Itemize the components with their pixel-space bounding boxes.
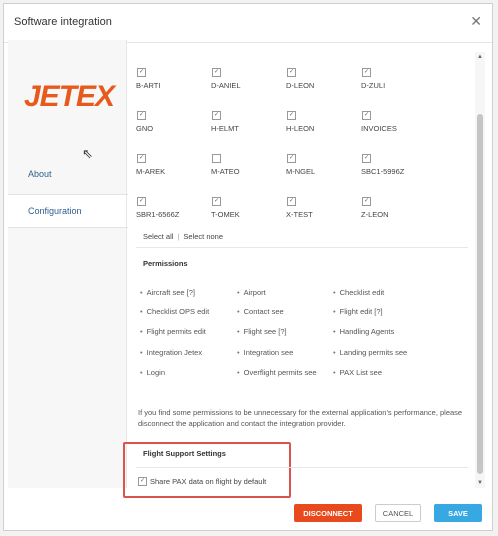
checkbox[interactable]: ✓ [287, 197, 296, 206]
dialog-title: Software integration [14, 16, 112, 28]
permission-item: • Checklist edit [333, 288, 385, 297]
checkbox[interactable]: ✓ [362, 68, 371, 77]
checkbox[interactable]: ✓ [287, 68, 296, 77]
account-item[interactable]: ✓ H-LEON [286, 111, 360, 133]
permission-item: • Handling Agents [333, 327, 395, 336]
cancel-button[interactable]: CANCEL [375, 504, 421, 522]
scroll-up-icon[interactable]: ▲ [477, 54, 483, 60]
select-none-link[interactable]: Select none [183, 232, 223, 241]
share-pax-data-checkbox[interactable]: ✓ Share PAX data on flight by default [138, 477, 266, 486]
checkbox[interactable]: ✓ [137, 68, 146, 77]
permissions-title: Permissions [143, 259, 188, 268]
account-item[interactable]: ✓ D-LEON [286, 68, 360, 90]
account-item[interactable]: ✓ T-OMEK [211, 197, 285, 219]
permission-item: • Contact see [237, 307, 284, 316]
account-item[interactable]: ✓ SBR1-6566Z [136, 197, 210, 219]
checkbox[interactable]: ✓ [212, 68, 221, 77]
link-separator: | [177, 232, 180, 241]
divider [136, 467, 468, 468]
disconnect-button[interactable]: DISCONNECT [294, 504, 362, 522]
account-item[interactable]: ✓ SBC1-5996Z [361, 154, 435, 176]
scroll-thumb[interactable] [477, 114, 483, 474]
checkbox[interactable]: ✓ [287, 111, 296, 120]
permission-item: • Aircraft see [?] [140, 288, 195, 297]
account-item[interactable]: ✓ D-ZULI [361, 68, 435, 90]
checkbox[interactable]: ✓ [362, 197, 371, 206]
checkbox[interactable]: ✓ [362, 111, 371, 120]
scroll-down-icon[interactable]: ▼ [477, 480, 483, 486]
permission-item: • Integration see [237, 348, 294, 357]
permission-item: • Overflight permits see [237, 368, 317, 377]
permission-item: • Integration Jetex [140, 348, 203, 357]
checkbox[interactable]: ✓ [287, 154, 296, 163]
account-item[interactable]: ✓ M-NGEL [286, 154, 360, 176]
close-icon[interactable]: ✕ [470, 13, 482, 30]
permission-item: • Flight permits edit [140, 327, 206, 336]
checkbox[interactable]: ✓ [362, 154, 371, 163]
checkbox[interactable]: ✓ [138, 477, 147, 486]
account-item[interactable]: ✓ M-AREK [136, 154, 210, 176]
account-item[interactable]: ✓ Z-LEON [361, 197, 435, 219]
account-item[interactable]: ✓ H-ELMT [211, 111, 285, 133]
flight-support-title: Flight Support Settings [143, 449, 226, 458]
permission-item: • PAX List see [333, 368, 383, 377]
save-button[interactable]: SAVE [434, 504, 482, 522]
account-item[interactable]: ✓ INVOICES [361, 111, 435, 133]
account-item[interactable]: ✓ GNO [136, 111, 210, 133]
permission-item: • Flight see [?] [237, 327, 287, 336]
account-item[interactable]: ✓ B-ARTI [136, 68, 210, 90]
permissions-note: If you find some permissions to be unnec… [138, 408, 463, 428]
sidebar-item-about[interactable]: About [8, 157, 126, 191]
permission-item: • Landing permits see [333, 348, 408, 357]
scrollbar[interactable]: ▲ ▼ [475, 52, 485, 488]
permission-item: • Checklist OPS edit [140, 307, 210, 316]
account-item[interactable]: ✓ X-TEST [286, 197, 360, 219]
sidebar-item-configuration[interactable]: Configuration [8, 194, 128, 228]
select-all-link[interactable]: Select all [143, 232, 173, 241]
permission-item: • Airport [237, 288, 266, 297]
checkbox[interactable] [212, 154, 221, 163]
select-links: Select all | Select none [143, 232, 223, 241]
checkbox[interactable]: ✓ [137, 154, 146, 163]
checkbox[interactable]: ✓ [212, 197, 221, 206]
account-item[interactable]: ✓ D-ANIEL [211, 68, 285, 90]
checkbox[interactable]: ✓ [137, 197, 146, 206]
account-item[interactable]: M-ATEO [211, 154, 285, 176]
permission-item: • Flight edit [?] [333, 307, 383, 316]
jetex-logo: JETEX [24, 80, 115, 113]
checkbox[interactable]: ✓ [212, 111, 221, 120]
permission-item: • Login [140, 368, 165, 377]
share-pax-data-label: Share PAX data on flight by default [150, 477, 267, 486]
checkbox[interactable]: ✓ [137, 111, 146, 120]
divider [136, 247, 468, 248]
